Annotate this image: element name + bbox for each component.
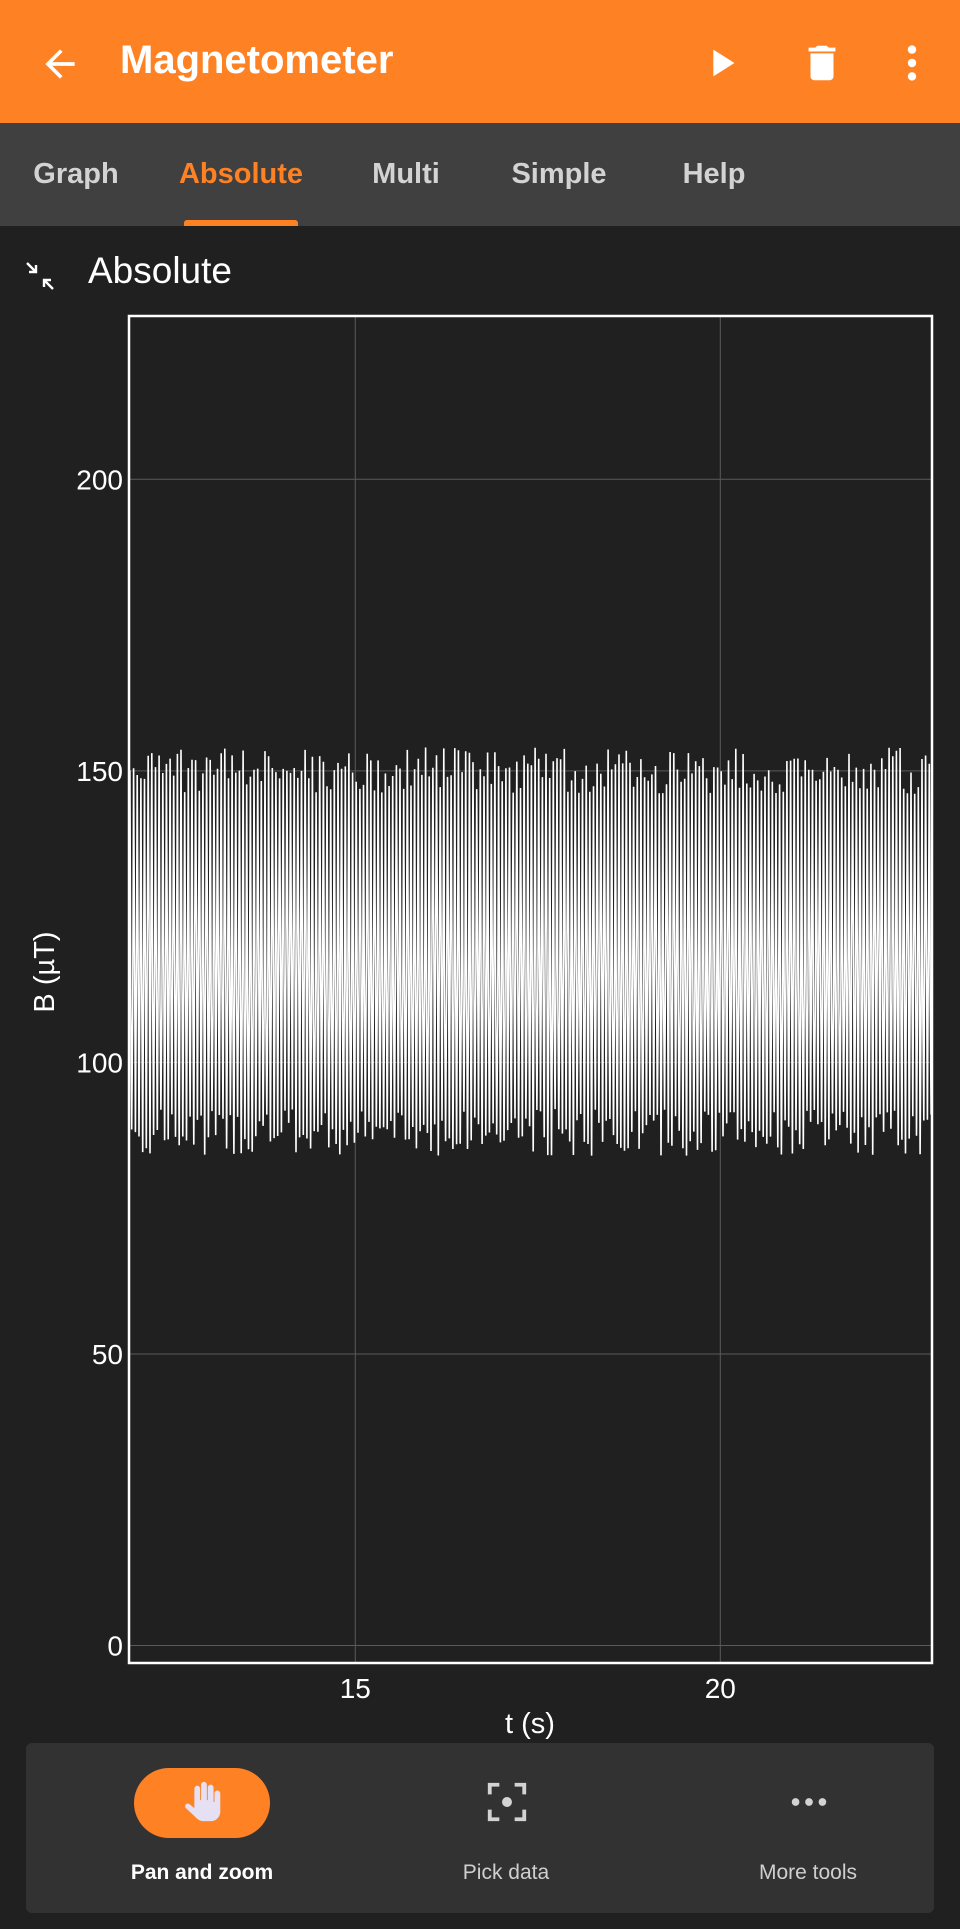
tab-graph[interactable]: Graph xyxy=(18,123,134,226)
app-bar: Magnetometer xyxy=(0,0,960,123)
back-arrow-icon[interactable] xyxy=(38,42,82,86)
app-title: Magnetometer xyxy=(120,38,394,82)
tab-help[interactable]: Help xyxy=(666,123,762,226)
more-vert-icon[interactable] xyxy=(889,40,935,86)
y-tick-label: 50 xyxy=(92,1339,123,1370)
active-tab-indicator xyxy=(184,220,298,226)
y-tick-labels: 0 50 100 150 200 xyxy=(76,464,123,1661)
absolute-field-chart[interactable]: 050100150200 15 20 B (µT) t (s) xyxy=(0,300,960,1740)
pan-zoom-tool[interactable]: Pan and zoom xyxy=(52,1743,352,1913)
pick-data-label: Pick data xyxy=(462,1861,550,1884)
y-tick-label: 200 xyxy=(76,464,123,495)
more-horiz-icon xyxy=(791,1798,827,1806)
y-tick-label: 100 xyxy=(76,1047,123,1078)
play-icon[interactable] xyxy=(698,40,744,86)
x-tick-label: 20 xyxy=(705,1673,736,1704)
pick-data-tool[interactable]: Pick data xyxy=(356,1743,656,1913)
crosshair-icon xyxy=(487,1782,527,1822)
collapse-icon[interactable] xyxy=(24,260,56,292)
tab-absolute[interactable]: Absolute xyxy=(170,123,312,226)
y-tick-label: 0 xyxy=(107,1631,123,1662)
bottom-toolbar: Pan and zoom Pick data More tools xyxy=(26,1743,934,1913)
section-title: Absolute xyxy=(88,250,232,291)
chart-area[interactable]: 0 50 100 150 200 15 20 B (µT) t (s) xyxy=(0,300,960,1740)
more-tools-label: More tools xyxy=(758,1861,858,1884)
tab-simple[interactable]: Simple xyxy=(498,123,620,226)
tab-multi[interactable]: Multi xyxy=(350,123,462,226)
trash-icon[interactable] xyxy=(799,40,845,86)
y-axis-label: B (µT) xyxy=(29,931,61,1012)
hand-icon xyxy=(185,1781,221,1822)
section-header: Absolute xyxy=(0,240,960,300)
x-tick-label: 15 xyxy=(340,1673,371,1704)
tab-bar: Graph Absolute Multi Simple Help xyxy=(0,123,960,226)
more-tools-tool[interactable]: More tools xyxy=(658,1743,958,1913)
x-tick-labels: 15 20 xyxy=(340,1673,736,1704)
series-line xyxy=(128,747,932,1156)
x-axis-label: t (s) xyxy=(505,1708,555,1740)
pan-zoom-label: Pan and zoom xyxy=(130,1861,274,1884)
y-tick-label: 150 xyxy=(76,756,123,787)
